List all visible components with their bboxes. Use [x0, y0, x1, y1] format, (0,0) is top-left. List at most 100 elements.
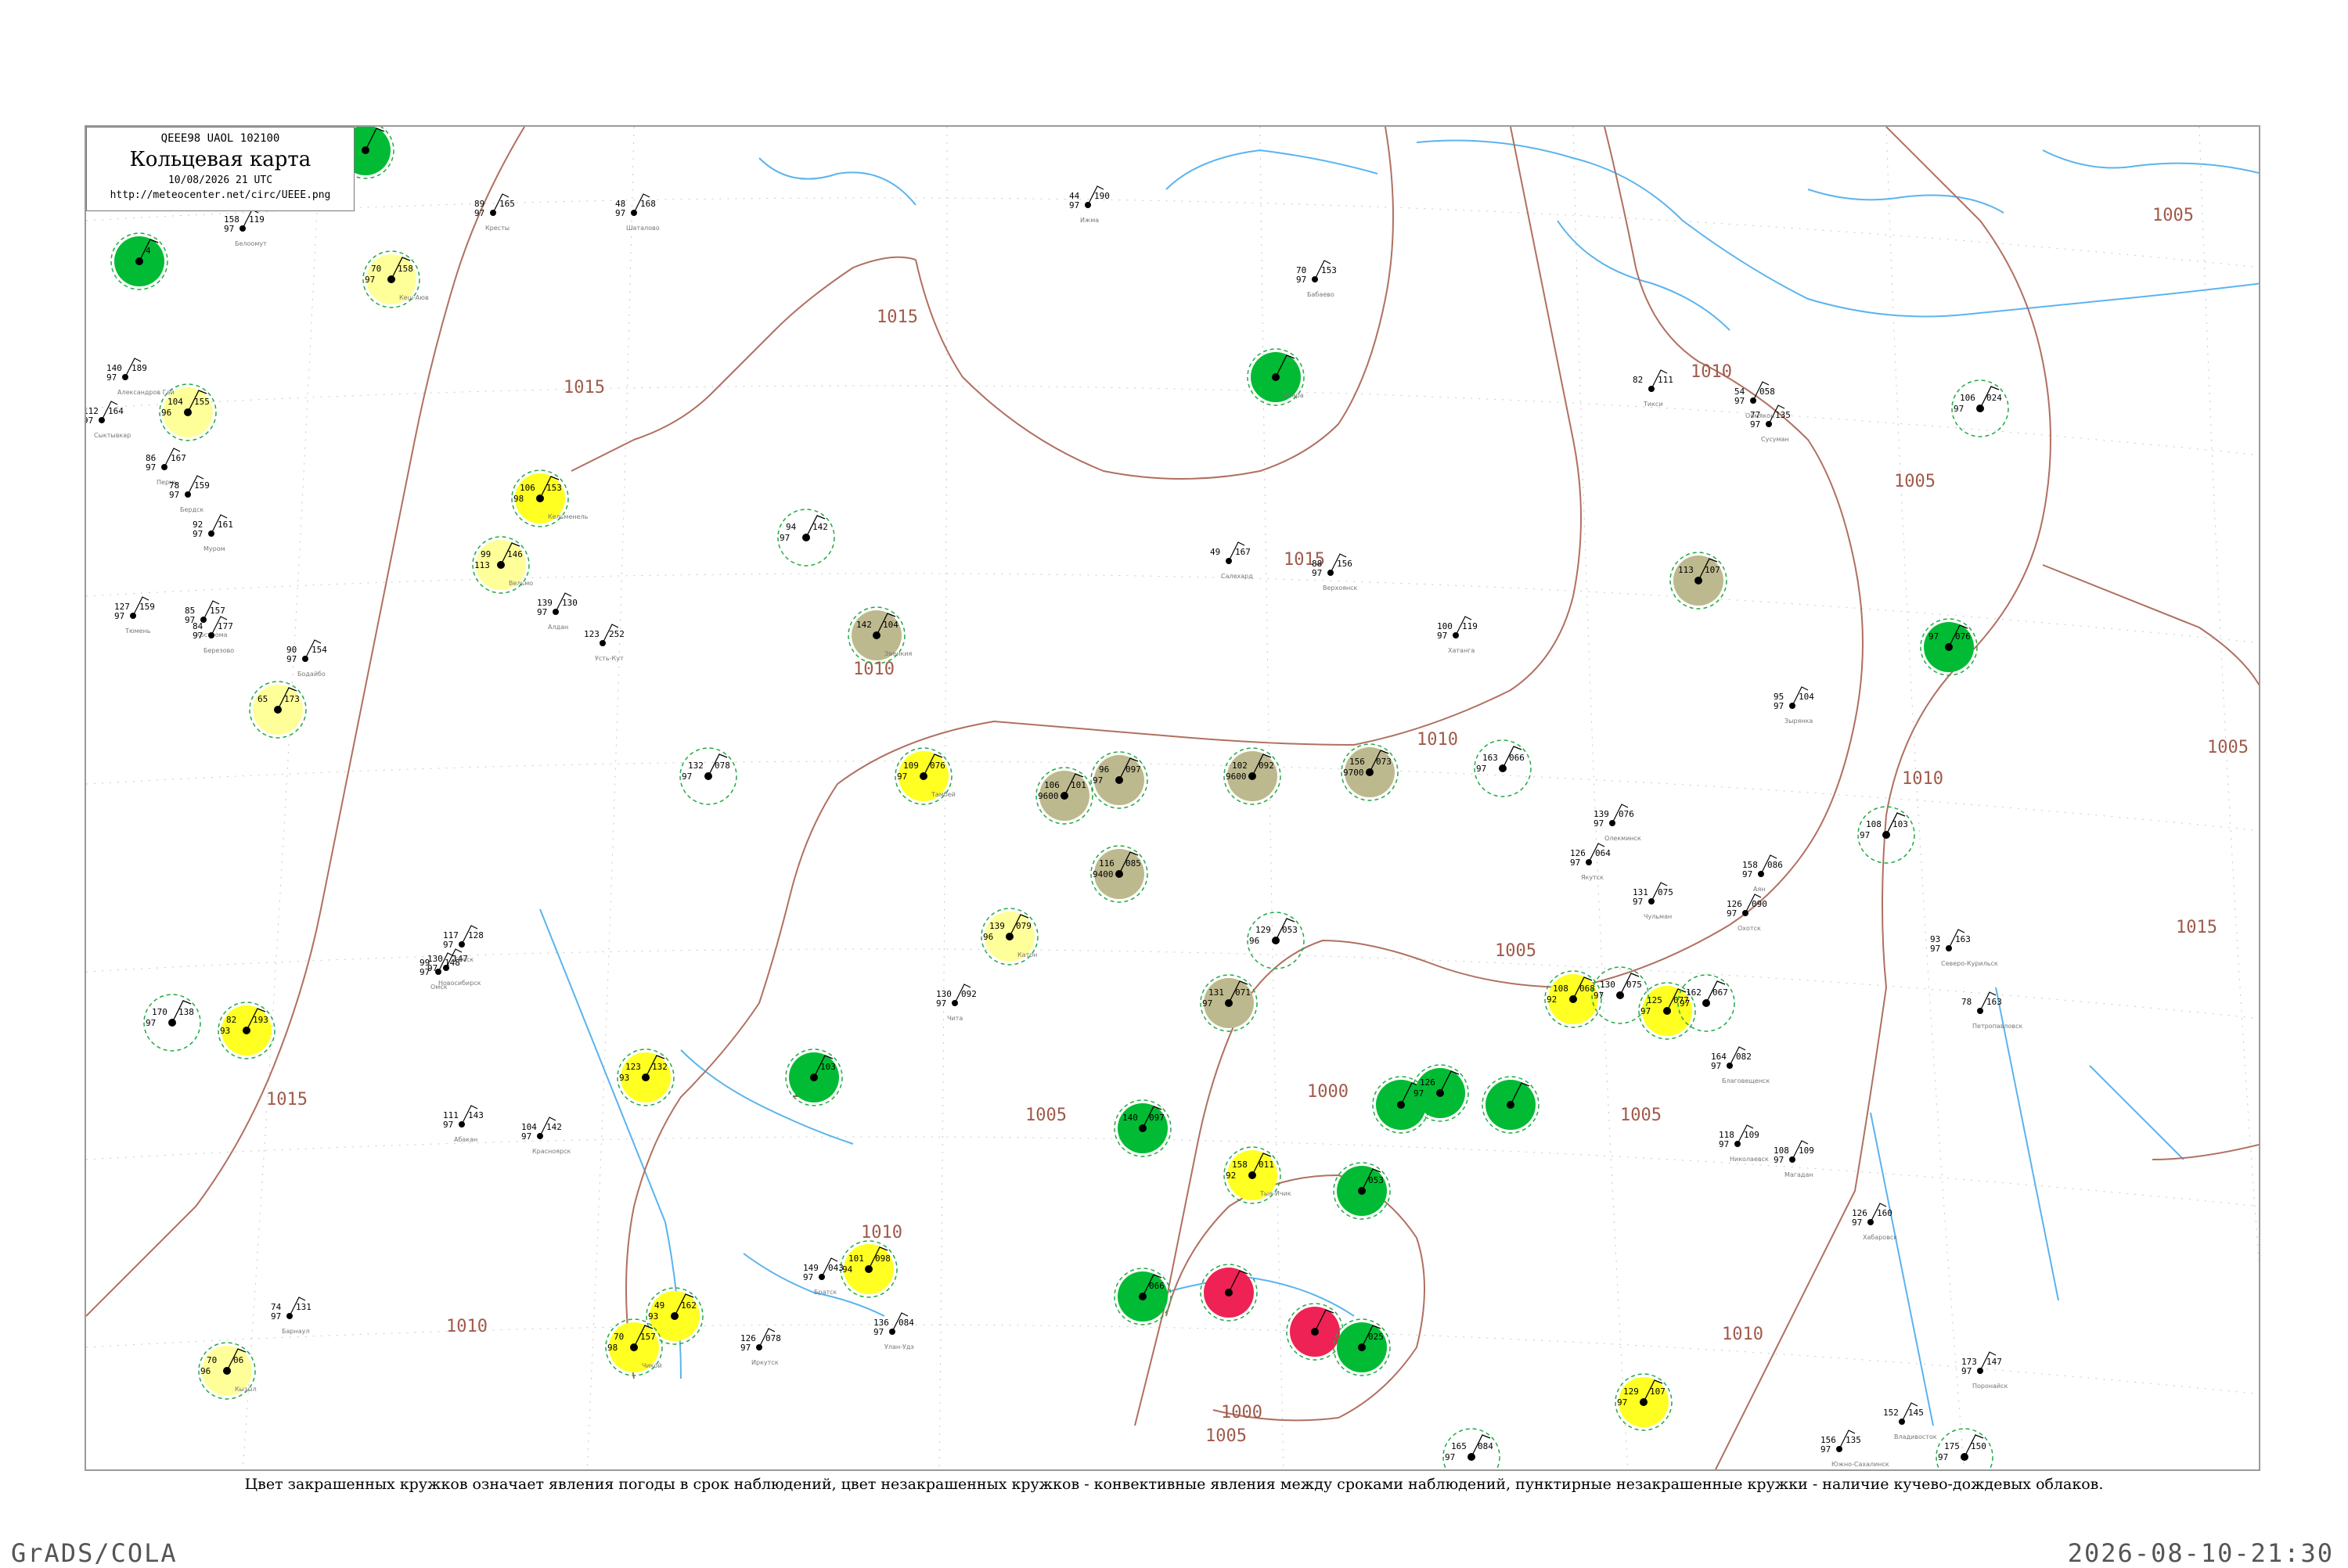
station-name: Томск — [453, 956, 474, 963]
station-marker[interactable]: 10194 098 — [840, 1240, 898, 1298]
station-marker[interactable]: 13197 071 — [1200, 974, 1258, 1032]
station-visibility: 97 — [936, 998, 946, 1009]
plain-station[interactable]: 10897109Магадан — [1774, 1140, 1814, 1178]
station-marker[interactable]: 025 — [1333, 1318, 1391, 1376]
station-marker[interactable]: 13996 079 Катон — [981, 908, 1039, 966]
plain-station[interactable]: 13097092Чита — [936, 984, 977, 1022]
station-marker[interactable]: 12996 053 — [1247, 912, 1305, 969]
station-marker[interactable]: 12997 107 — [1615, 1373, 1673, 1431]
plain-station[interactable]: 12797159Тюмень — [114, 596, 155, 635]
map-url[interactable]: http://meteocenter.net/circ/UEEE.png — [87, 189, 354, 201]
plain-station[interactable]: 11297164Сыктывкар — [86, 401, 131, 439]
isobar-label: 1010 — [1417, 730, 1458, 750]
station-marker[interactable]: 13297 078 — [679, 747, 737, 805]
station-marker[interactable]: 16297 067 — [1677, 974, 1735, 1032]
plain-station[interactable]: 10097119Хатанга — [1437, 616, 1478, 654]
station-marker[interactable]: 140 097 — [1114, 1099, 1172, 1157]
plain-station[interactable]: 8497177Березово — [193, 616, 234, 654]
station-pressure: 073 — [1376, 757, 1392, 767]
station-marker[interactable]: 066 — [1114, 1268, 1172, 1325]
station-marker[interactable]: 12697 — [1411, 1064, 1469, 1122]
station-marker[interactable]: 113 107 — [1669, 552, 1727, 610]
plain-station[interactable]: 11197143Абакан — [443, 1105, 484, 1143]
plain-station[interactable]: 14097189Александров Гай — [106, 358, 175, 396]
plain-station[interactable]: 13697084Улан-Удэ — [873, 1312, 914, 1350]
station-marker[interactable]: 8293 193 — [218, 1002, 275, 1059]
plain-station[interactable]: 15897086Аян — [1742, 854, 1783, 893]
plain-station[interactable]: 82 111 Тикси — [1633, 369, 1673, 408]
station-marker[interactable]: 17097 138 — [143, 994, 201, 1052]
station-marker[interactable]: 4 — [110, 232, 168, 290]
isobar-label: 1005 — [1025, 1106, 1067, 1125]
station-marker[interactable]: 053 — [1333, 1162, 1391, 1220]
plain-station[interactable]: 9597104Зырянка — [1774, 686, 1814, 725]
station-marker[interactable]: 9497 142 — [777, 509, 835, 566]
station-marker[interactable]: 1169400 085 — [1090, 845, 1148, 903]
bulletin-code: QEEE98 UAOL 102100 — [160, 132, 280, 145]
plain-station[interactable]: 13197075Чульман — [1633, 882, 1673, 920]
plain-station[interactable]: 13997076Олекминск — [1594, 804, 1641, 842]
station-pressure: 085 — [1125, 858, 1141, 869]
station-marker[interactable]: 1029600 092 — [1223, 747, 1281, 805]
station-marker[interactable]: 15892 011 Тыя-Ичик — [1223, 1146, 1291, 1204]
station-marker[interactable]: 65 173 — [249, 681, 307, 739]
plain-station[interactable]: 8997165Кресты — [474, 193, 515, 232]
plain-station[interactable]: 8897156Верхоянск — [1312, 553, 1358, 592]
plain-station[interactable]: 15897119Белоомут — [224, 209, 267, 247]
plain-station[interactable]: 8697167Пермь — [146, 448, 186, 486]
plain-station[interactable]: 15697135Южно-Сахалинск — [1820, 1430, 1889, 1468]
plain-station[interactable]: 12697090Охотск — [1727, 894, 1767, 932]
isobar-label: 1005 — [1894, 472, 1936, 491]
station-marker[interactable] — [1200, 1264, 1258, 1322]
station-visibility: 98 — [607, 1343, 618, 1353]
plain-station[interactable]: 4897168Шаталово — [615, 193, 660, 232]
station-marker[interactable]: 7096 06 Кызыл — [198, 1342, 257, 1400]
plain-station[interactable]: 4497190Ижма — [1069, 185, 1110, 224]
station-marker[interactable]: 7097 158 Кеш-Аюв — [362, 250, 429, 308]
station-marker[interactable]: 1069600 101 — [1035, 767, 1093, 825]
station-marker[interactable]: Ичара — [1247, 348, 1305, 406]
station-marker[interactable] — [1286, 1303, 1344, 1361]
plain-station[interactable]: 152 145 Владивосток — [1883, 1402, 1937, 1440]
station-marker[interactable]: 12393 132 — [617, 1048, 675, 1106]
plain-station[interactable]: 11897109Николаевск — [1719, 1124, 1769, 1163]
plain-station[interactable]: 17397147Поронайск — [1961, 1351, 2008, 1390]
plain-station[interactable]: 8597157Кострома — [185, 600, 228, 638]
plain-station[interactable]: 123 252 Усть-Кут — [584, 624, 625, 662]
plain-station[interactable]: 9397163Северо-Курильск — [1930, 929, 1998, 967]
plain-station[interactable]: 49 167 Салехард — [1210, 541, 1253, 580]
plain-station[interactable]: 10497142Красноярск — [521, 1117, 571, 1155]
station-name: Кресты — [485, 225, 510, 232]
station-marker[interactable] — [1482, 1076, 1540, 1134]
station-marker[interactable]: 142 104 Эвенкия — [848, 606, 912, 664]
plain-station[interactable]: 12697160Хабаровск — [1852, 1203, 1897, 1241]
plain-station[interactable]: 9297161Муром — [193, 514, 233, 552]
plain-station[interactable]: 13097147Новосибирск — [427, 948, 481, 987]
station-marker[interactable]: 99113 146 Вельмо — [472, 536, 533, 594]
station-marker[interactable]: 10698 153 Кельменель — [511, 469, 589, 527]
station-marker[interactable]: 9697 097 — [1090, 751, 1148, 809]
plain-station[interactable]: 12697078Иркутск — [740, 1328, 781, 1366]
station-marker[interactable]: 16397 066 — [1474, 739, 1532, 797]
station-marker[interactable]: 10997 076 Тамбей — [895, 747, 956, 805]
plain-station[interactable]: 12697064Якутск — [1570, 843, 1611, 881]
station-marker[interactable]: 16597 084 — [1442, 1428, 1500, 1471]
station-visibility: 97 — [780, 533, 790, 543]
station-visibility: 93 — [619, 1073, 629, 1083]
station-marker[interactable]: 10697 024 — [1951, 379, 2009, 437]
plain-station[interactable]: 7097153Бабаево — [1296, 260, 1337, 298]
plain-station[interactable]: 9097154Бодайбо — [286, 639, 327, 678]
station-marker[interactable]: 97 076 — [1920, 618, 1978, 676]
plain-station[interactable]: 7497131Барнаул — [271, 1296, 312, 1335]
plain-station[interactable]: 78 163 Петропавловск — [1961, 991, 2023, 1030]
station-visibility: 97 — [474, 208, 484, 218]
station-marker[interactable]: 1569700 073 — [1341, 743, 1399, 801]
station-marker[interactable]: 17597 150 — [1936, 1428, 1993, 1471]
plain-station[interactable]: 7797135Сусуман — [1750, 405, 1791, 443]
plain-station[interactable]: 13997130Алдан — [537, 592, 578, 631]
station-pressure: 160 — [1877, 1208, 1892, 1218]
plain-station[interactable]: 7897159Бердск — [169, 475, 210, 513]
station-marker[interactable]: 103 — [785, 1048, 843, 1106]
plain-station[interactable]: 5497058Оймякон — [1734, 381, 1775, 419]
plain-station[interactable]: 16497082Благовещенск — [1711, 1046, 1770, 1084]
